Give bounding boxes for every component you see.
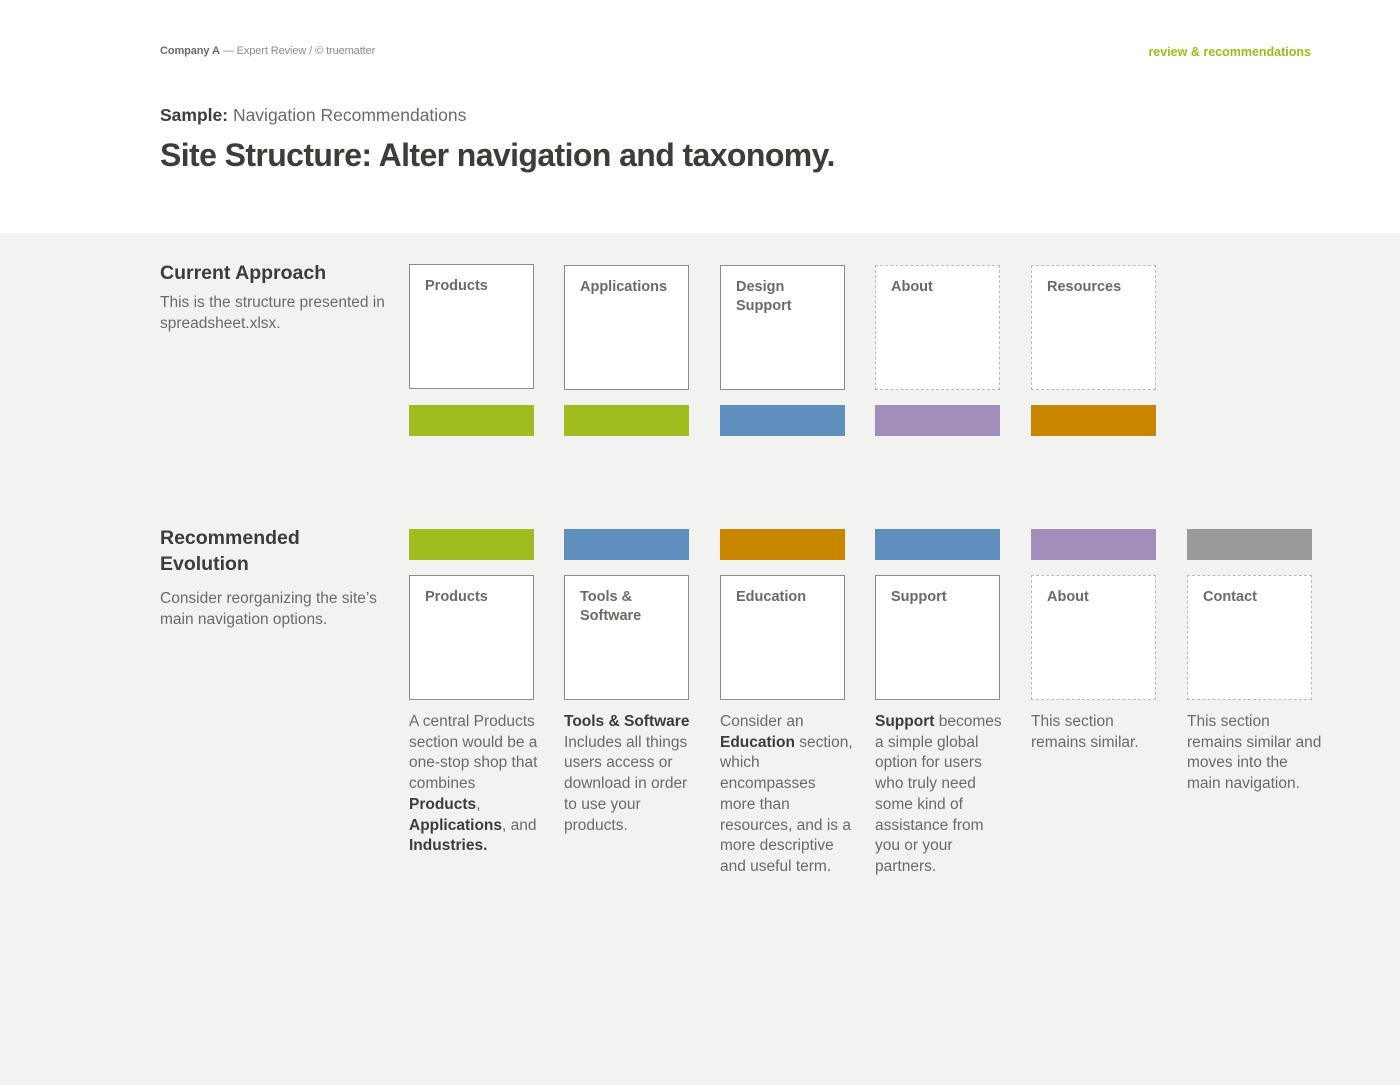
- nav-box-label: About: [1047, 589, 1089, 605]
- section-tag: review & recommendations: [1148, 45, 1311, 59]
- subtitle-text: Navigation Recommendations: [228, 105, 467, 125]
- subtitle-label: Sample:: [160, 105, 229, 125]
- recommended-description-education: Consider an Education section, which enc…: [720, 712, 855, 878]
- current-nav-box-applications: Applications: [564, 265, 689, 390]
- recommended-description-tools-software: Tools & Software Includes all things use…: [564, 712, 699, 836]
- current-color-bar-about: [875, 405, 1000, 436]
- recommended-color-bar-education: [720, 529, 845, 560]
- emphasis-text: Applications: [409, 816, 503, 834]
- meta-text: — Expert Review / © truematter: [219, 45, 376, 57]
- emphasis-text: Industries.: [409, 837, 488, 855]
- current-nav-box-resources: Resources: [1031, 265, 1156, 390]
- body-text: This section remains similar and moves i…: [1187, 713, 1322, 793]
- recommended-description-contact: This section remains similar and moves i…: [1187, 712, 1322, 795]
- nav-box-label: Contact: [1203, 589, 1257, 605]
- body-text: Consider an: [720, 713, 804, 730]
- recommended-nav-box-tools-software: Tools & Software: [564, 575, 689, 700]
- nav-box-label: Tools & Software: [580, 589, 642, 624]
- current-nav-box-products: Products: [409, 264, 534, 389]
- body-text: Includes all things users access or down…: [564, 733, 688, 834]
- body-text: section, which encompasses more than res…: [720, 733, 853, 875]
- recommended-color-bar-about: [1031, 529, 1156, 560]
- recommended-nav-box-products: Products: [409, 575, 534, 700]
- page-header: Company A — Expert Review / © truematter…: [0, 0, 1400, 233]
- current-approach-heading: Current Approach: [160, 262, 327, 284]
- body-text: A central Products section would be a on…: [409, 713, 538, 793]
- emphasis-text: Education: [720, 733, 795, 751]
- page-subtitle: Sample: Navigation Recommendations: [160, 105, 466, 126]
- current-color-bar-applications: [564, 405, 689, 436]
- emphasis-text: Products: [409, 795, 477, 813]
- recommended-color-bar-products: [409, 529, 534, 560]
- recommended-color-bar-tools-software: [564, 529, 689, 560]
- current-color-bar-design-support: [720, 405, 845, 436]
- body-text: This section remains similar.: [1031, 713, 1139, 751]
- current-color-bar-products: [409, 405, 534, 436]
- nav-box-label: Products: [425, 589, 488, 605]
- recommended-heading: Recommended Evolution: [160, 527, 300, 575]
- recommended-description: Consider reorganizing the site’s main na…: [160, 590, 377, 628]
- content-area: Current Approach This is the structure p…: [0, 233, 1400, 1085]
- body-text: becomes a simple global option for users…: [875, 713, 1002, 875]
- emphasis-text: Tools & Software: [564, 713, 690, 730]
- body-text: ,: [476, 795, 481, 813]
- nav-box-label: Applications: [580, 279, 668, 295]
- recommended-description-products: A central Products section would be a on…: [409, 712, 544, 857]
- current-approach-description: This is the structure presented in sprea…: [160, 294, 385, 332]
- recommended-nav-box-support: Support: [875, 575, 1000, 700]
- recommended-color-bar-contact: [1187, 529, 1312, 560]
- recommended-description-support: Support becomes a simple global option f…: [875, 712, 1010, 878]
- page-title: Site Structure: Alter navigation and tax…: [160, 137, 835, 173]
- recommended-color-bar-support: [875, 529, 1000, 560]
- current-nav-box-about: About: [875, 265, 1000, 390]
- nav-box-label: Design Support: [736, 279, 792, 314]
- nav-box-label: Resources: [1047, 279, 1122, 295]
- recommended-description-about: This section remains similar.: [1031, 712, 1166, 753]
- recommended-nav-box-contact: Contact: [1187, 575, 1312, 700]
- emphasis-text: Support: [875, 713, 935, 730]
- current-color-bar-resources: [1031, 405, 1156, 436]
- document-meta: Company A — Expert Review / © truematter: [160, 45, 375, 57]
- nav-box-label: Support: [891, 589, 947, 605]
- nav-box-label: Products: [425, 278, 488, 294]
- nav-box-label: About: [891, 279, 933, 295]
- recommended-nav-box-about: About: [1031, 575, 1156, 700]
- current-nav-box-design-support: Design Support: [720, 265, 845, 390]
- company-name: Company A: [160, 45, 220, 57]
- nav-box-label: Education: [736, 589, 807, 605]
- body-text: , and: [502, 816, 537, 834]
- recommended-nav-box-education: Education: [720, 575, 845, 700]
